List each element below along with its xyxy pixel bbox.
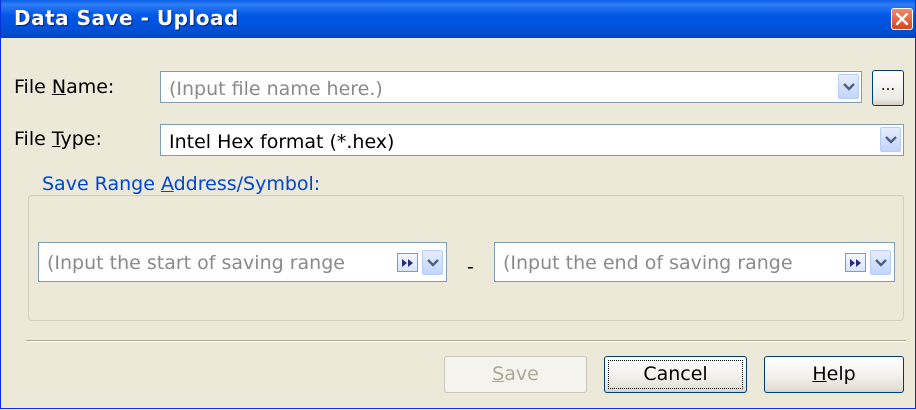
chevron-down-icon xyxy=(843,83,855,91)
end-range-combobox[interactable]: (Input the end of saving range xyxy=(494,242,895,282)
ellipsis-icon: ... xyxy=(880,76,896,94)
close-icon xyxy=(896,13,908,25)
close-button[interactable] xyxy=(891,8,913,30)
file-name-label: File Name: xyxy=(14,76,115,98)
chevron-down-icon xyxy=(885,136,897,144)
end-range-input[interactable]: (Input the end of saving range xyxy=(503,252,793,274)
start-range-dropdown-button[interactable] xyxy=(422,250,443,275)
chevron-down-icon xyxy=(875,259,887,267)
end-range-dropdown-button[interactable] xyxy=(870,250,891,275)
cancel-button[interactable]: Cancel xyxy=(604,356,747,393)
data-save-dialog: Data Save - Upload File Name: (Input fil… xyxy=(0,0,916,409)
end-symbol-button[interactable] xyxy=(845,253,866,272)
file-type-label: File Type: xyxy=(14,128,102,150)
start-range-combobox[interactable]: (Input the start of saving range xyxy=(38,242,447,282)
start-symbol-button[interactable] xyxy=(397,253,418,272)
chevron-down-icon xyxy=(427,259,439,267)
file-type-value: Intel Hex format (*.hex) xyxy=(169,131,395,153)
file-name-dropdown-button[interactable] xyxy=(838,74,859,99)
browse-file-button[interactable]: ... xyxy=(872,70,904,106)
button-separator xyxy=(26,340,906,342)
file-type-combobox[interactable]: Intel Hex format (*.hex) xyxy=(160,124,904,156)
start-range-input[interactable]: (Input the start of saving range xyxy=(47,252,345,274)
symbol-arrow-icon xyxy=(402,259,413,267)
symbol-arrow-icon xyxy=(850,259,861,267)
file-name-input[interactable]: (Input file name here.) xyxy=(169,78,383,100)
title-bar[interactable]: Data Save - Upload xyxy=(1,0,915,38)
window-title: Data Save - Upload xyxy=(14,6,239,30)
file-name-combobox[interactable]: (Input file name here.) xyxy=(160,71,862,103)
file-type-dropdown-button[interactable] xyxy=(880,127,901,152)
range-separator: - xyxy=(467,256,474,278)
save-button[interactable]: Save xyxy=(444,356,587,393)
save-range-legend: Save Range Address/Symbol: xyxy=(39,173,324,195)
help-button[interactable]: Help xyxy=(764,356,904,393)
